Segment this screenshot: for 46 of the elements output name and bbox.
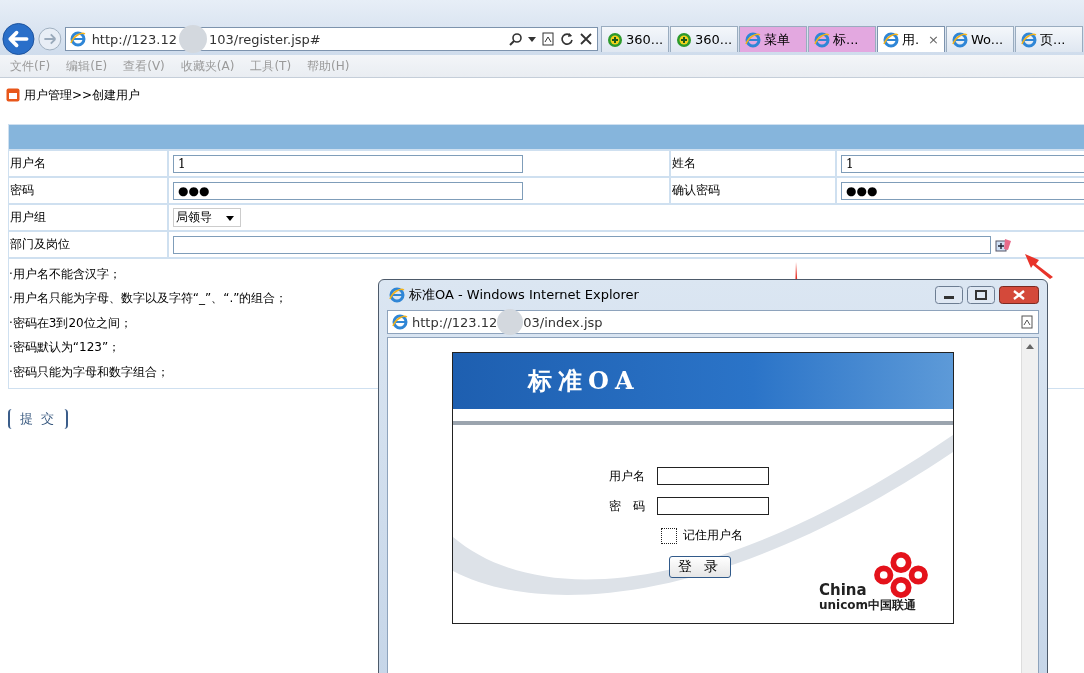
- login-button[interactable]: 登 录: [669, 556, 732, 578]
- input-field[interactable]: ●●●: [841, 181, 1084, 200]
- field-label: 用户名: [9, 151, 169, 176]
- note-text: ·密码在3到20位之间；: [9, 314, 132, 332]
- input-field[interactable]: 1: [173, 154, 523, 173]
- browser-tab[interactable]: 360...: [601, 26, 669, 52]
- input-field[interactable]: 1: [841, 154, 1084, 173]
- browser-tab[interactable]: 菜单: [739, 26, 807, 52]
- tab-label: 标...: [833, 30, 859, 49]
- browser-tab[interactable]: 用. ×: [877, 26, 945, 52]
- tab-label: 360...: [626, 32, 664, 47]
- browser-tab[interactable]: Wo...: [946, 26, 1014, 52]
- note-text: ·用户名只能为字母、数字以及字符“_”、“.”的组合；: [9, 290, 288, 308]
- field-label: 用户组: [9, 205, 169, 230]
- tab-close-button[interactable]: ×: [928, 32, 939, 47]
- logo-text: unicom中国联通: [819, 597, 917, 614]
- group-dropdown[interactable]: 局领导: [173, 208, 241, 227]
- url-text: 103/register.jsp#: [208, 31, 321, 47]
- breadcrumb: 用户管理>>创建用户: [24, 86, 141, 104]
- note-text: ·密码默认为“123”；: [9, 339, 121, 357]
- url-text: 03/index.jsp: [523, 314, 603, 330]
- checkbox-label: 记住用户名: [683, 527, 743, 544]
- url-text: http://123.12: [91, 31, 177, 47]
- url-text: http://123.12: [412, 314, 498, 330]
- field-label: 密码: [9, 178, 169, 203]
- browser-tab[interactable]: 页...: [1015, 26, 1083, 52]
- logo-text: China: [819, 581, 867, 599]
- address-bar[interactable]: http://123.12 103/register.jsp#: [64, 27, 598, 51]
- tab-label: 用.: [902, 30, 920, 49]
- browser-tab[interactable]: 标...: [808, 26, 876, 52]
- field-label: 确认密码: [671, 178, 837, 203]
- tab-label: 页...: [1040, 30, 1066, 49]
- tab-label: 360...: [695, 32, 733, 47]
- note-text: ·用户名不能含汉字；: [9, 266, 121, 283]
- tab-label: 菜单: [764, 30, 790, 49]
- field-label: 密 码: [608, 497, 645, 515]
- banner-title: 标准OA: [528, 365, 640, 397]
- field-label: 部门及岗位: [9, 232, 169, 257]
- input-field[interactable]: ●●●: [173, 181, 523, 200]
- browser-tab[interactable]: 360...: [670, 26, 738, 52]
- note-text: ·密码只能为字母和数字组合；: [9, 363, 169, 381]
- window-title: 标准OA - Windows Internet Explorer: [409, 286, 639, 304]
- field-label: 姓名: [671, 151, 837, 176]
- field-label: 用户名: [608, 467, 645, 485]
- submit-button[interactable]: 提 交: [8, 408, 69, 429]
- tab-label: Wo...: [971, 32, 1004, 47]
